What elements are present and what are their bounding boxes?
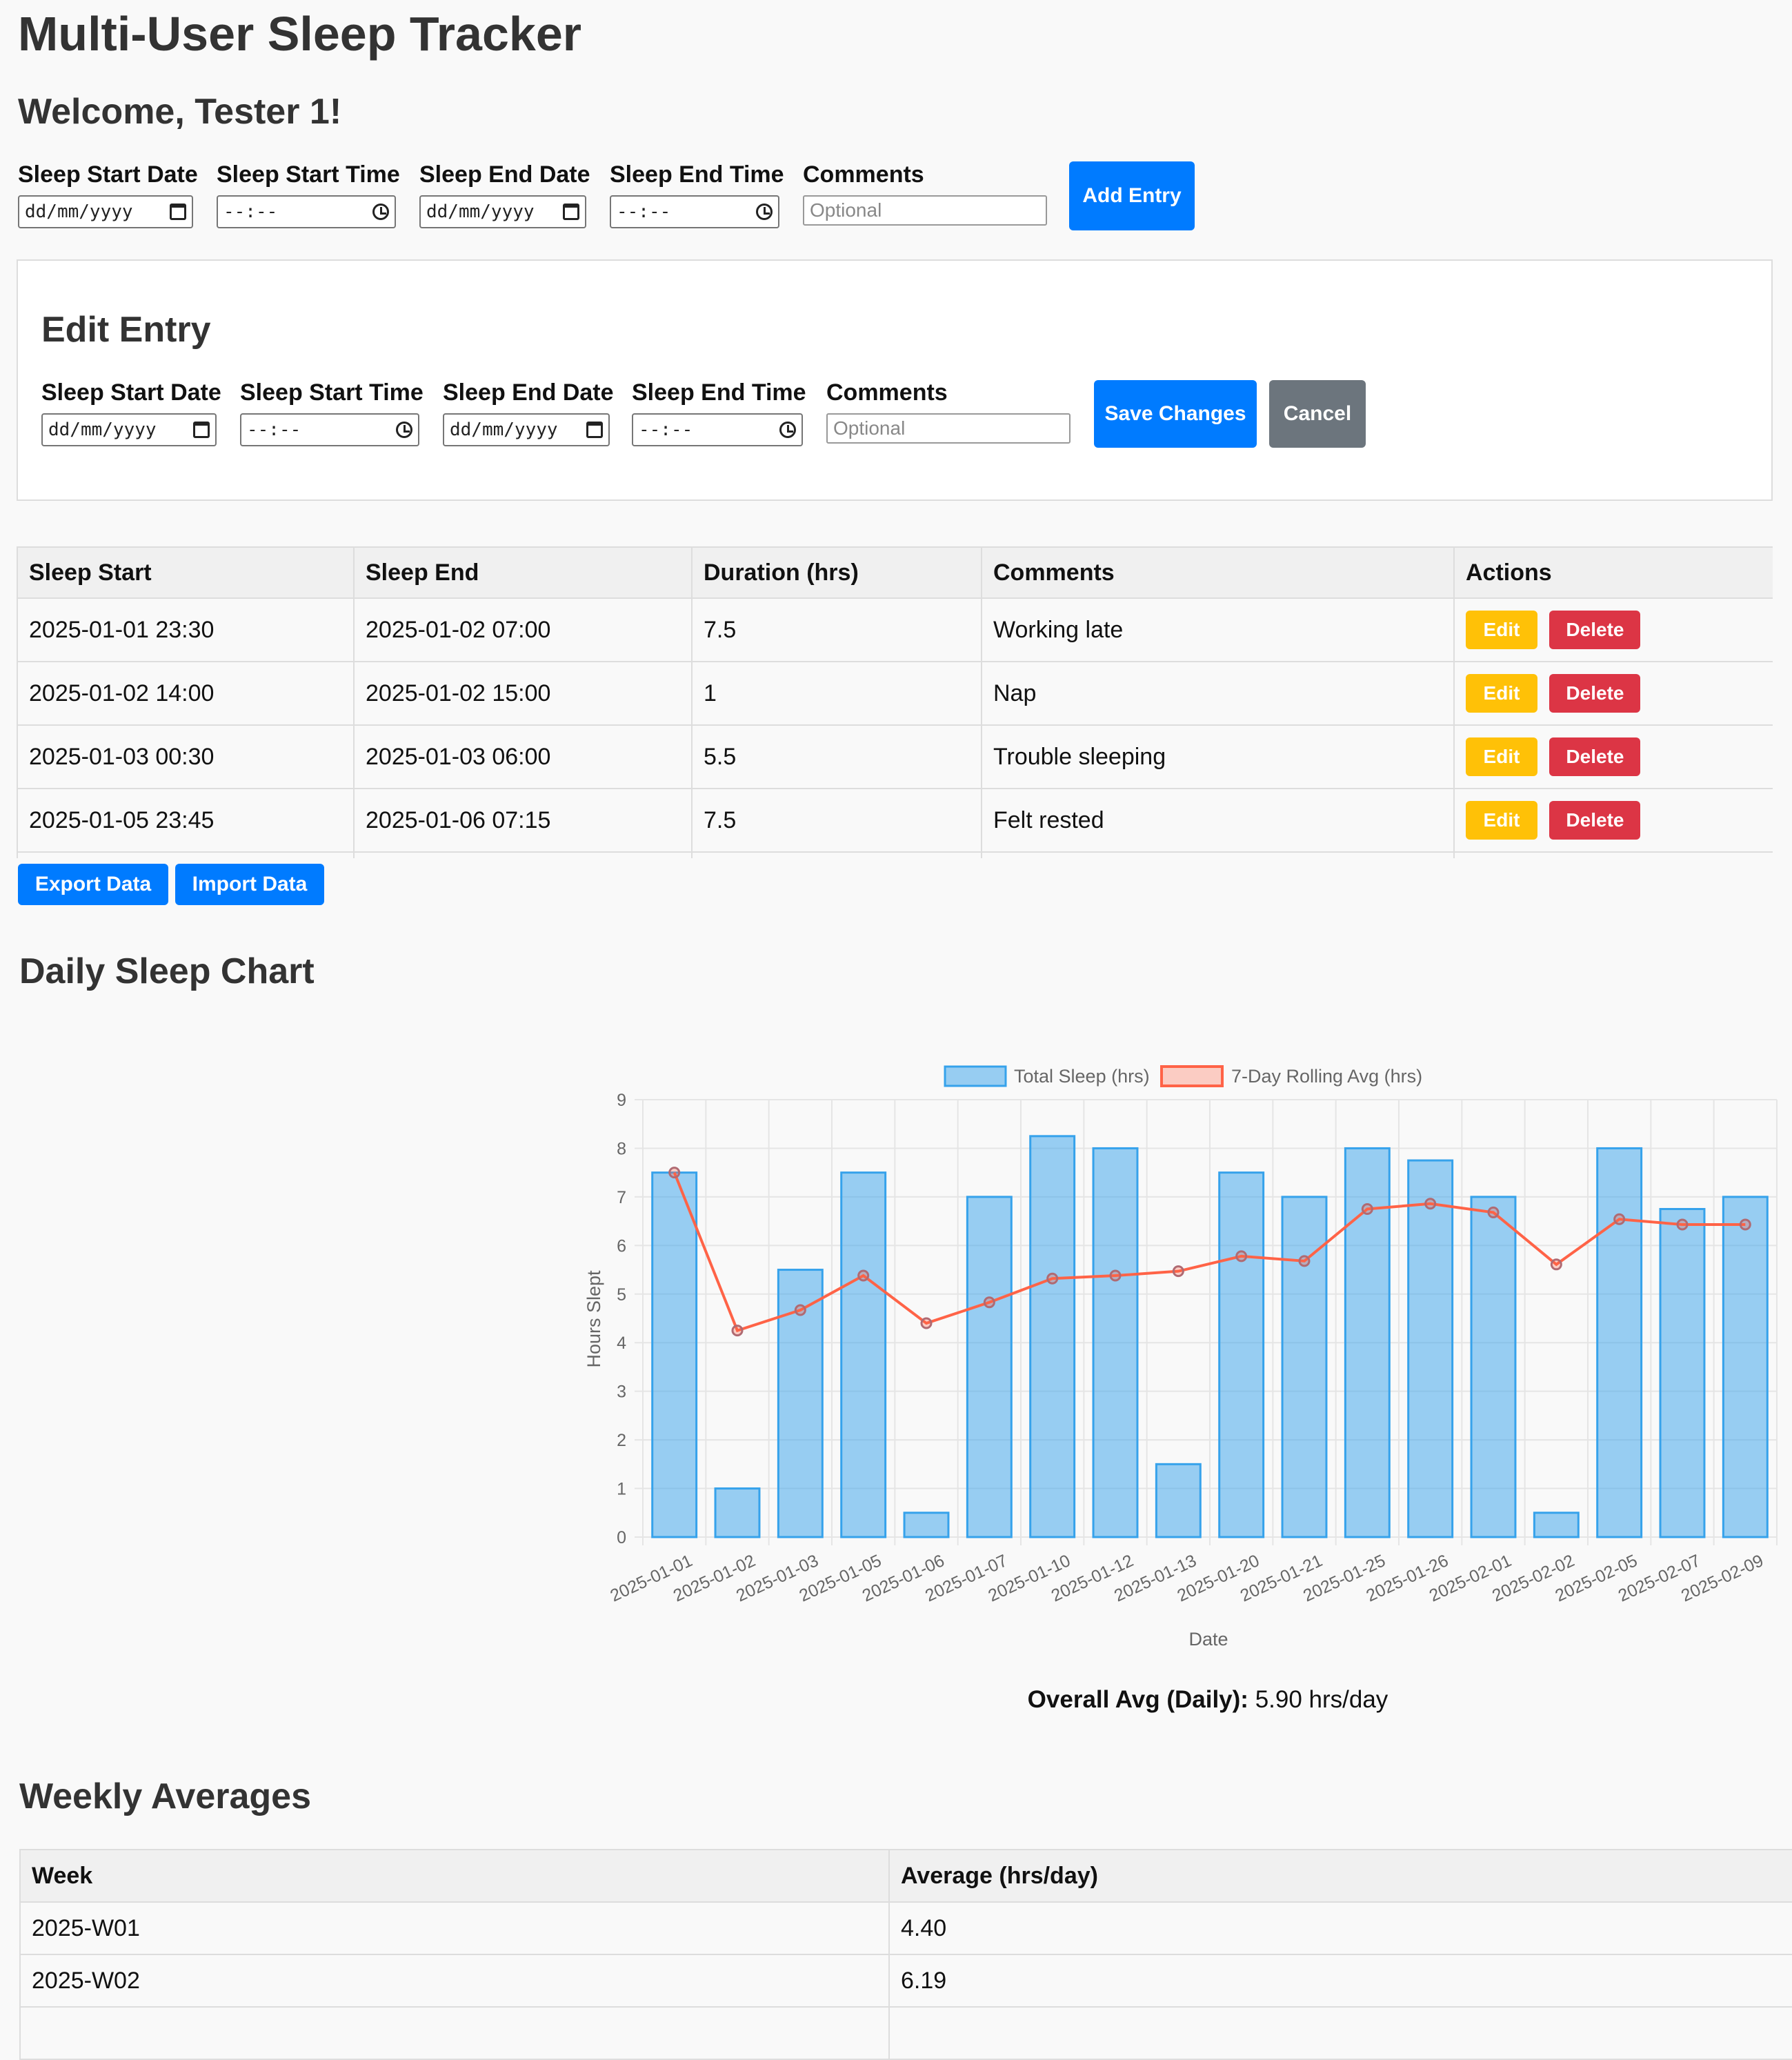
y-axis-label: Hours Slept <box>584 1270 604 1368</box>
y-tick-label: 9 <box>617 1091 626 1110</box>
sleep-bar[interactable] <box>1722 1196 1769 1538</box>
y-tick-label: 4 <box>617 1334 626 1353</box>
sleep-bar[interactable] <box>903 1512 950 1538</box>
weekly-header-row: Week Average (hrs/day) <box>19 1849 1792 1903</box>
y-tick-label: 5 <box>617 1285 626 1305</box>
legend-label-rolling-avg[interactable]: 7-Day Rolling Avg (hrs) <box>1231 1066 1422 1087</box>
y-tick-label: 2 <box>617 1431 626 1450</box>
rolling-avg-point[interactable] <box>731 1325 744 1337</box>
rolling-avg-point[interactable] <box>1550 1258 1562 1271</box>
rolling-avg-point[interactable] <box>1739 1218 1751 1231</box>
y-tick-label: 7 <box>617 1188 626 1207</box>
legend-label-total-sleep[interactable]: Total Sleep (hrs) <box>1014 1066 1150 1087</box>
y-tick-label: 3 <box>617 1383 626 1402</box>
table-row <box>19 2006 1792 2060</box>
table-row: 2025-W01 4.40 <box>19 1901 1792 1955</box>
rolling-avg-point[interactable] <box>983 1296 995 1309</box>
sleep-bar[interactable] <box>1659 1208 1706 1538</box>
y-tick-label: 6 <box>617 1236 626 1256</box>
rolling-avg-point[interactable] <box>1046 1272 1059 1285</box>
rolling-avg-point[interactable] <box>1109 1269 1122 1282</box>
cell-average: 6.19 <box>888 1954 1792 2008</box>
rolling-avg-point[interactable] <box>794 1304 806 1316</box>
overall-average: Overall Avg (Daily): 5.90 hrs/day <box>0 1686 1792 1714</box>
rolling-avg-point[interactable] <box>668 1167 681 1179</box>
cell-average: 4.40 <box>888 1901 1792 1955</box>
sleep-bar[interactable] <box>1155 1463 1202 1538</box>
rolling-avg-point[interactable] <box>1172 1265 1184 1278</box>
x-axis-ticks: 2025-01-012025-01-022025-01-032025-01-05… <box>607 1551 1766 1605</box>
sleep-bar[interactable] <box>651 1171 698 1538</box>
sleep-bar[interactable] <box>1218 1171 1265 1538</box>
rolling-avg-point[interactable] <box>857 1269 870 1282</box>
sleep-bar[interactable] <box>714 1487 761 1538</box>
header-average: Average (hrs/day) <box>888 1849 1792 1903</box>
sleep-bar[interactable] <box>1029 1135 1076 1538</box>
table-row: 2025-W02 6.19 <box>19 1954 1792 2008</box>
rolling-avg-point[interactable] <box>1235 1250 1248 1262</box>
weekly-averages-title: Weekly Averages <box>19 1776 312 1816</box>
y-tick-label: 0 <box>617 1528 626 1547</box>
cell-week: 2025-W02 <box>19 1954 890 2008</box>
rolling-avg-point[interactable] <box>1424 1198 1437 1210</box>
overall-average-value: 5.90 hrs/day <box>1255 1686 1388 1713</box>
sleep-bar[interactable] <box>840 1171 887 1538</box>
y-tick-label: 1 <box>617 1480 626 1499</box>
sleep-bar[interactable] <box>1596 1147 1643 1538</box>
sleep-bar[interactable] <box>1470 1196 1517 1538</box>
y-axis-ticks: 0 1 2 3 4 5 6 7 8 9 <box>617 1091 626 1547</box>
sleep-bar[interactable] <box>1533 1512 1580 1538</box>
x-axis-label: Date <box>1188 1629 1228 1650</box>
header-week: Week <box>19 1849 890 1903</box>
sleep-bar[interactable] <box>1407 1159 1454 1538</box>
rolling-avg-point[interactable] <box>1361 1203 1373 1215</box>
rolling-avg-point[interactable] <box>1298 1255 1311 1267</box>
y-tick-label: 8 <box>617 1139 626 1158</box>
overall-average-label: Overall Avg (Daily): <box>1027 1686 1248 1713</box>
legend-swatch-total-sleep[interactable] <box>944 1065 1007 1087</box>
sleep-bar[interactable] <box>1092 1147 1139 1538</box>
chart-legend[interactable]: Total Sleep (hrs) 7-Day Rolling Avg (hrs… <box>944 1065 1422 1087</box>
rolling-avg-point[interactable] <box>920 1317 933 1329</box>
legend-swatch-rolling-avg[interactable] <box>1160 1065 1224 1087</box>
weekly-averages-table: Week Average (hrs/day) 2025-W01 4.40 202… <box>19 1849 1792 2060</box>
sleep-bar[interactable] <box>966 1196 1013 1538</box>
rolling-avg-point[interactable] <box>1487 1206 1500 1218</box>
cell-week: 2025-W01 <box>19 1901 890 1955</box>
rolling-avg-point[interactable] <box>1613 1213 1626 1225</box>
daily-sleep-chart: 0 1 2 3 4 5 6 7 8 9 2025-01-012025-01-022025-01-0… <box>584 1065 1778 1650</box>
rolling-avg-point[interactable] <box>1676 1218 1689 1231</box>
